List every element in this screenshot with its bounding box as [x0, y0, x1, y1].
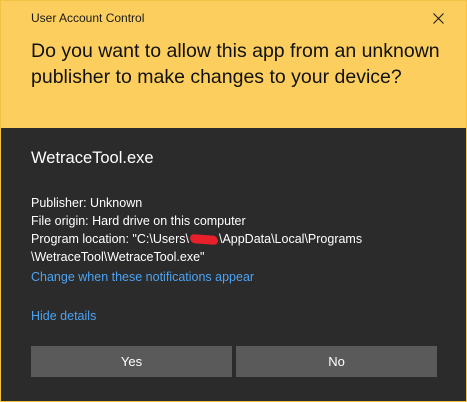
close-icon — [432, 13, 444, 24]
program-location-text: Program location: "C:\Users\ \AppData\Loc… — [31, 230, 456, 248]
app-name: WetraceTool.exe — [31, 149, 154, 167]
publisher-text: Publisher: Unknown — [31, 196, 143, 210]
program-location-line2: \WetraceTool\WetraceTool.exe" — [31, 250, 205, 264]
program-location-suffix: \AppData\Local\Programs — [218, 232, 363, 246]
redaction-mark — [189, 234, 219, 246]
uac-dialog: User Account Control Do you want to allo… — [0, 0, 467, 402]
dialog-header: User Account Control Do you want to allo… — [1, 1, 466, 128]
dialog-question: Do you want to allow this app from an un… — [31, 40, 440, 88]
hide-details-link[interactable]: Hide details — [31, 309, 96, 323]
program-location-prefix: Program location: "C:\Users\ — [31, 232, 189, 246]
file-origin-text: File origin: Hard drive on this computer — [31, 214, 246, 228]
dialog-title: User Account Control — [31, 11, 145, 25]
close-button[interactable] — [425, 7, 451, 31]
no-button[interactable]: No — [236, 346, 437, 377]
yes-button[interactable]: Yes — [31, 346, 232, 377]
details-section: Publisher: Unknown File origin: Hard dri… — [31, 194, 456, 266]
change-notifications-link[interactable]: Change when these notifications appear — [31, 270, 254, 284]
